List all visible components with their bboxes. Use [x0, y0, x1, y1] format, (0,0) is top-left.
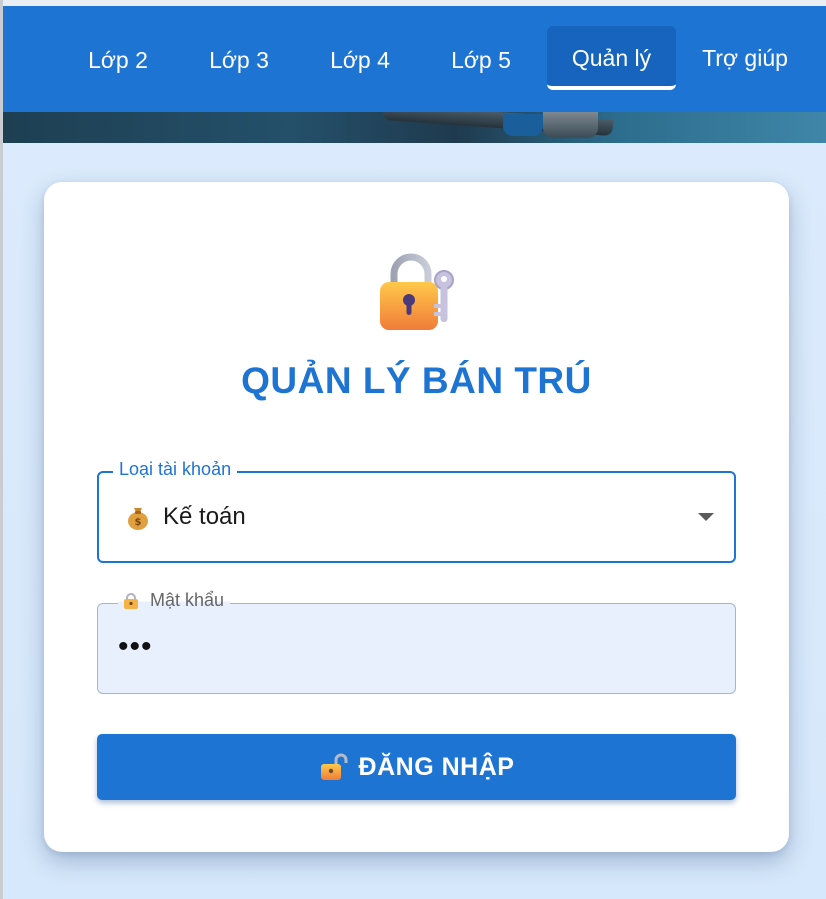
- login-button-label: ĐĂNG NHẬP: [358, 752, 515, 781]
- chevron-down-icon[interactable]: [698, 513, 714, 521]
- nav-item-quan-ly[interactable]: Quản lý: [547, 26, 676, 90]
- password-value: •••: [118, 630, 153, 663]
- password-label: Mật khẩu: [118, 590, 231, 611]
- account-type-selected: $ Kế toán: [125, 503, 246, 531]
- page-title: QUẢN LÝ BÁN TRÚ: [241, 360, 592, 401]
- password-input[interactable]: Mật khẩu •••: [97, 590, 736, 694]
- unlock-icon: [320, 753, 348, 780]
- header-banner-image: [3, 112, 826, 143]
- nav-item-lop-4[interactable]: Lớp 4: [315, 26, 405, 90]
- nav-item-tro-giup[interactable]: Trợ giúp: [687, 24, 803, 88]
- nav-item-lop-5[interactable]: Lớp 5: [436, 26, 526, 90]
- page: Lớp 2 Lớp 3 Lớp 4 Lớp 5 Quản lý Trợ giúp: [0, 0, 826, 899]
- top-navbar: Lớp 2 Lớp 3 Lớp 4 Lớp 5 Quản lý Trợ giúp: [3, 6, 826, 112]
- login-button[interactable]: ĐĂNG NHẬP: [97, 734, 736, 800]
- lock-with-key-icon: [380, 253, 454, 330]
- lock-icon: [124, 592, 138, 609]
- account-type-label: Loại tài khoản: [113, 459, 238, 480]
- nav-item-lop-3[interactable]: Lớp 3: [194, 26, 284, 90]
- password-label-text: Mật khẩu: [150, 590, 225, 610]
- money-bag-icon: $: [128, 508, 148, 530]
- svg-text:$: $: [135, 517, 142, 528]
- account-type-value: Kế toán: [163, 503, 246, 530]
- login-card: QUẢN LÝ BÁN TRÚ Loại tài khoản $ Kế toán: [44, 182, 789, 852]
- nav-item-lop-2[interactable]: Lớp 2: [73, 26, 163, 90]
- account-type-select[interactable]: Loại tài khoản $ Kế toán: [97, 459, 736, 563]
